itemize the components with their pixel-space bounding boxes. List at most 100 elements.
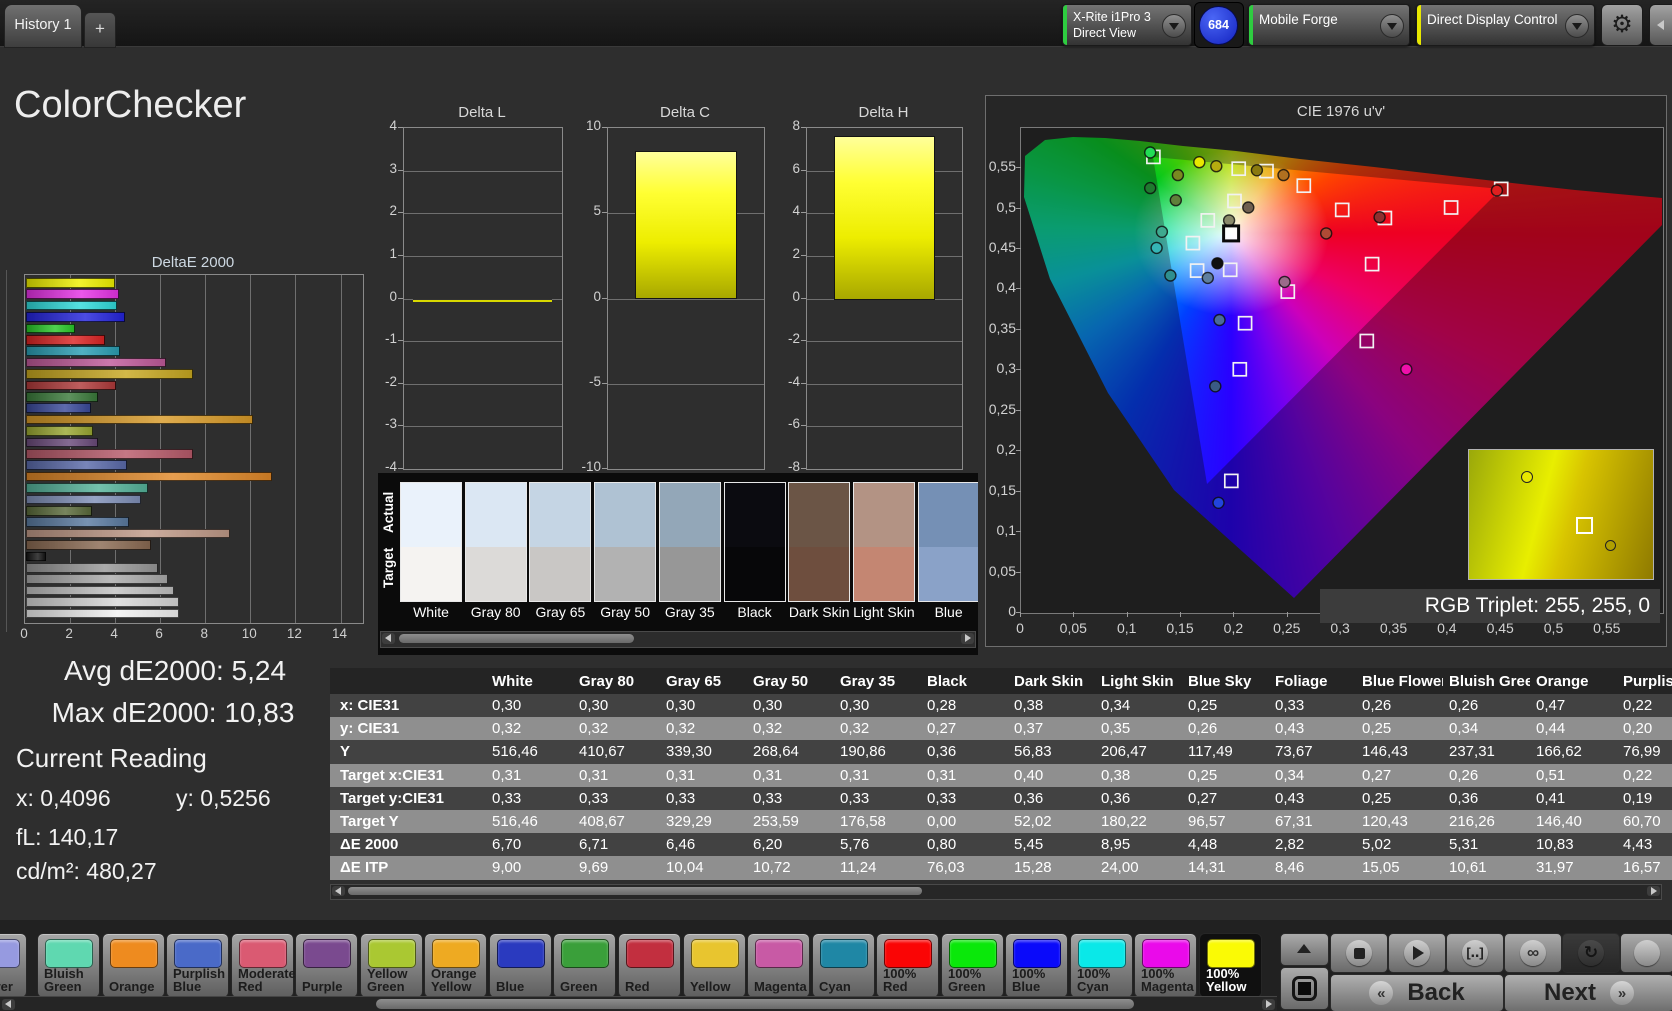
cie-measured-dot: [1150, 241, 1163, 255]
cie-x-tick: 0,05: [1059, 620, 1087, 636]
chevron-down-icon[interactable]: [1565, 14, 1589, 38]
patch-button-label: Bluish Green: [44, 965, 84, 995]
table-column-header: Purplish Blue: [1623, 672, 1672, 690]
delta-tick-mark: [801, 127, 806, 128]
table-column-header: Blue Sky: [1188, 672, 1252, 690]
scroll-right-arrow-icon[interactable]: [1647, 886, 1660, 896]
step-range-button[interactable]: [‥]: [1446, 933, 1504, 973]
swatch-scrollbar[interactable]: [380, 631, 976, 648]
swatch-label: Black: [737, 604, 772, 620]
palette-scroll-thumb[interactable]: [376, 999, 1134, 1009]
patch-button-100-yellow[interactable]: 100% Yellow: [1199, 933, 1262, 998]
cie-measured-dot: [1212, 496, 1225, 509]
deltae-bar: [26, 289, 120, 299]
cie-target-square: [1359, 333, 1375, 349]
patch-button-label: Purplish Blue: [173, 965, 226, 995]
scroll-right-arrow-icon[interactable]: [1262, 999, 1275, 1010]
table-cell: 117,49: [1188, 743, 1233, 761]
table-cell: 0,51: [1536, 766, 1566, 784]
meter-name: X-Rite i1Pro 3: [1073, 10, 1151, 24]
patch-button-purplish-blue[interactable]: Purplish Blue: [166, 933, 229, 998]
pattern-window-button[interactable]: [1280, 967, 1329, 1010]
table-cell: 0,25: [1188, 697, 1218, 715]
expand-palette-button[interactable]: [1280, 933, 1329, 966]
chevron-down-icon[interactable]: [1162, 14, 1186, 38]
patch-color-swatch: [239, 939, 287, 968]
chevron-down-icon[interactable]: [1380, 14, 1404, 38]
display-control-dropdown[interactable]: Direct Display Control: [1416, 4, 1595, 46]
deltae-gridline: [340, 275, 342, 623]
patch-color-swatch: [45, 939, 93, 968]
table-scrollbar-track[interactable]: [330, 884, 1662, 900]
delta-tick-mark: [801, 169, 806, 171]
table-cell: 0,37: [1014, 720, 1044, 738]
table-cell: 0,80: [927, 836, 957, 854]
patch-button-orange-yellow[interactable]: Orange Yellow: [424, 933, 487, 998]
delta-y-tick: 4: [389, 118, 397, 133]
patch-button-moderate-red[interactable]: Moderate Red: [231, 933, 296, 998]
table-row: Target x:CIE31 0,31 0,31 0,31 0,31 0,31 0,31 0,…: [330, 763, 1672, 787]
add-tab-button[interactable]: +: [84, 12, 116, 48]
patch-button-cyan[interactable]: Cyan: [812, 933, 875, 998]
patch-button-100-red[interactable]: 100% Red: [876, 933, 939, 998]
blank-pattern-button[interactable]: [1620, 933, 1672, 973]
patch-button-blue-flower[interactable]: Blue Flower: [0, 933, 27, 998]
patch-button-orange[interactable]: Orange: [102, 933, 165, 998]
deltae-bar: [26, 517, 129, 527]
patch-button-red[interactable]: Red: [618, 933, 681, 998]
collapse-panel-button[interactable]: [1649, 4, 1672, 46]
patch-button-blue[interactable]: Blue: [489, 933, 552, 998]
scroll-left-arrow-icon[interactable]: [332, 886, 345, 896]
patch-button-bluish-green[interactable]: Bluish Green: [37, 933, 100, 998]
table-cell: 8,46: [1275, 859, 1305, 877]
back-button[interactable]: « Back: [1330, 974, 1504, 1011]
meter-count-badge[interactable]: 684: [1194, 2, 1244, 48]
table-cell: 0,30: [840, 697, 870, 715]
patch-button-magenta[interactable]: Magenta: [747, 933, 810, 998]
patch-button-100-cyan[interactable]: 100% Cyan: [1070, 933, 1133, 998]
patch-button-100-blue[interactable]: 100% Blue: [1005, 933, 1068, 998]
deltae-bar: [26, 300, 117, 311]
deltae-bar: [26, 574, 168, 584]
meter-mode: Direct View: [1073, 26, 1136, 40]
table-cell: 11,24: [840, 859, 877, 877]
patch-button-green[interactable]: Green: [553, 933, 616, 998]
table-cell: 190,86: [840, 743, 886, 761]
patch-button-yellow-green[interactable]: Yellow Green: [360, 933, 423, 998]
delta-tick-mark: [602, 297, 607, 299]
scroll-right-arrow-icon[interactable]: [961, 633, 974, 644]
table-cell: 31,97: [1536, 859, 1574, 877]
palette-scrollbar-track[interactable]: [0, 996, 1277, 1011]
table-scroll-thumb[interactable]: [348, 887, 922, 895]
loop-button-active[interactable]: ↻: [1562, 933, 1620, 973]
cie-measured-dot: [1400, 363, 1413, 376]
deltae-bar: [26, 460, 128, 470]
deltae-bar: [26, 608, 179, 619]
play-button[interactable]: [1388, 933, 1446, 973]
cie-target-square: [1200, 213, 1216, 228]
tab-history-1[interactable]: History 1: [4, 4, 82, 48]
scroll-left-arrow-icon[interactable]: [382, 633, 395, 644]
cie-measured-dot: [1169, 193, 1183, 207]
swatch-scroll-thumb[interactable]: [399, 634, 634, 643]
table-cell: 206,47: [1101, 743, 1147, 761]
scroll-left-arrow-icon[interactable]: [2, 999, 15, 1010]
patch-button-purple[interactable]: Purple: [295, 933, 358, 998]
delta-tick-mark: [398, 297, 403, 299]
patch-button-yellow[interactable]: Yellow: [683, 933, 746, 998]
table-cell: 16,57: [1623, 859, 1661, 877]
patch-button-100-green[interactable]: 100% Green: [941, 933, 1004, 998]
patch-button-100-magenta[interactable]: 100% Magenta: [1134, 933, 1197, 998]
meter-dropdown[interactable]: X-Rite i1Pro 3 Direct View: [1062, 4, 1192, 46]
stop-button[interactable]: [1330, 933, 1388, 973]
table-cell: 120,43: [1362, 813, 1408, 831]
source-dropdown[interactable]: Mobile Forge: [1248, 4, 1410, 46]
swatch-actual: [724, 483, 785, 547]
next-button[interactable]: Next »: [1504, 974, 1672, 1011]
cie-tick-mark: [1016, 409, 1021, 411]
patch-button-label: Yellow Green: [367, 965, 408, 995]
table-cell: 10,83: [1536, 836, 1574, 854]
table-cell: 237,31: [1449, 743, 1495, 761]
gear-icon[interactable]: ⚙: [1601, 4, 1643, 46]
continuous-button[interactable]: ∞: [1504, 933, 1562, 973]
